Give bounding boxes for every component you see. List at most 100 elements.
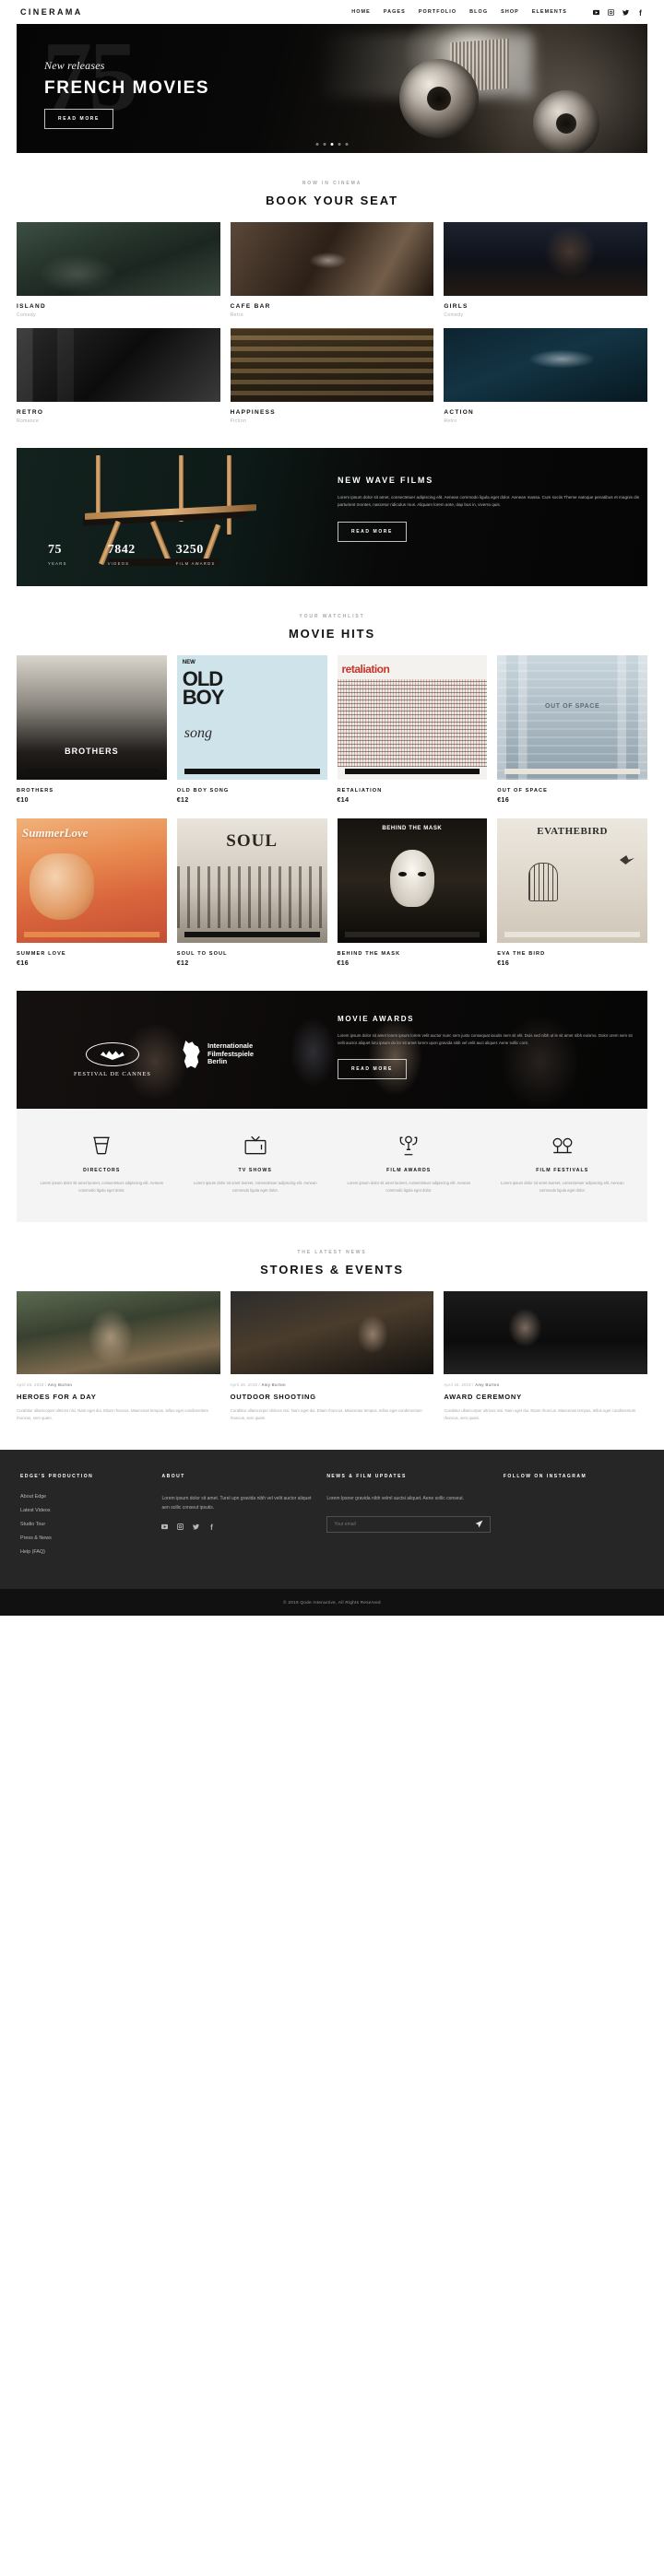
category-genre: Comedy [17, 312, 37, 318]
poster-art[interactable]: BEHIND THE MASK [337, 818, 488, 943]
category-thumbnail[interactable] [17, 328, 220, 402]
footer-link-studio-tour[interactable]: Studio Tour [20, 1522, 148, 1527]
footer-social-links [161, 1523, 314, 1530]
news-excerpt: Curabitur ullamcorper ultrices nisi. Nam… [17, 1407, 209, 1420]
poster-art[interactable]: OUT OF SPACE [497, 655, 647, 780]
category-genre: Retro [444, 418, 457, 424]
news-author[interactable]: Amy Burton [261, 1382, 285, 1387]
poster-card-summer-love[interactable]: SummerLove SUMMER LOVE €16 [17, 818, 167, 967]
instagram-icon[interactable] [177, 1523, 184, 1530]
nav-item-portfolio[interactable]: PORTFOLIO [419, 9, 456, 15]
site-logo[interactable]: CINERAMA [20, 7, 83, 17]
category-thumbnail[interactable] [230, 222, 434, 296]
poster-art[interactable]: SOUL [176, 818, 327, 943]
slider-dot[interactable] [338, 143, 341, 146]
poster-price: €16 [497, 797, 510, 804]
nav-item-home[interactable]: HOME [351, 9, 371, 15]
poster-card-out-of-space[interactable]: OUT OF SPACE OUT OF SPACE €16 [497, 655, 647, 804]
news-headline[interactable]: AWARD CEREMONY [444, 1393, 647, 1401]
youtube-icon[interactable] [161, 1523, 169, 1530]
news-card-award-ceremony[interactable]: April 26, 2018 / Amy Burton AWARD CEREMO… [444, 1290, 647, 1422]
book-eyebrow: NOW IN CINEMA [302, 181, 362, 186]
footer-col-instagram: FOLLOW ON INSTAGRAM [504, 1474, 644, 1563]
category-card-girls[interactable]: GIRLS Comedy [444, 222, 647, 318]
nav-item-blog[interactable]: BLOG [469, 9, 488, 15]
poster-price: €12 [176, 960, 189, 967]
news-excerpt: Curabitur ullamcorper ultrices nisi. Nam… [230, 1407, 422, 1420]
poster-card-retaliation[interactable]: retaliation RETALIATION €14 [337, 655, 488, 804]
nav-item-elements[interactable]: ELEMENTS [532, 9, 567, 15]
nav-item-pages[interactable]: PAGES [384, 9, 406, 15]
site-footer: EDGE'S PRODUCTION About Edge Latest Vide… [0, 1449, 664, 1589]
poster-name: RETALIATION [337, 788, 383, 794]
news-card-outdoor-shooting[interactable]: April 26, 2018 / Amy Burton OUTDOOR SHOO… [230, 1290, 434, 1422]
facebook-icon[interactable] [208, 1523, 215, 1530]
send-icon[interactable] [475, 1520, 483, 1528]
hero-slider[interactable]: 75 New releases FRENCH MOVIES READ MORE [17, 24, 647, 153]
news-author[interactable]: Amy Burton [48, 1382, 72, 1387]
poster-art[interactable]: SummerLove [17, 818, 167, 943]
news-headline[interactable]: HEROES FOR A DAY [17, 1393, 220, 1401]
hero-read-more-button[interactable]: READ MORE [44, 109, 113, 129]
category-thumbnail[interactable] [17, 222, 220, 296]
category-card-retro[interactable]: RETRO Romance [17, 328, 220, 424]
poster-name: SUMMER LOVE [17, 951, 66, 957]
slider-dot[interactable] [323, 143, 326, 146]
youtube-icon[interactable] [593, 9, 599, 16]
hero-slider-dots[interactable] [315, 143, 349, 146]
poster-grid-row-2: SummerLove SUMMER LOVE €16 SOUL SOUL TO … [0, 818, 664, 967]
footer-link-latest-videos[interactable]: Latest Videos [20, 1508, 148, 1513]
twitter-icon[interactable] [193, 1523, 200, 1530]
awards-copy: Lorem ipsum dolor sit amet lorem ipsum l… [338, 1033, 633, 1046]
news-image[interactable] [444, 1290, 647, 1374]
news-date: April 26, 2018 [230, 1382, 258, 1387]
news-card-heroes-for-a-day[interactable]: April 26, 2018 / Amy Burton HEROES FOR A… [17, 1290, 220, 1422]
footer-link-press-news[interactable]: Press & News [20, 1535, 148, 1541]
poster-card-soul-to-soul[interactable]: SOUL SOUL TO SOUL €12 [176, 818, 327, 967]
category-genre: Fiction [230, 418, 247, 424]
banner-read-more-button[interactable]: READ MORE [338, 521, 407, 542]
feature-copy: Lorem ipsum dolor sit amet laoreet, cons… [193, 1181, 317, 1193]
footer-link-help-faq[interactable]: Help (FAQ) [20, 1549, 148, 1555]
nav-item-shop[interactable]: SHOP [501, 9, 519, 15]
category-thumbnail[interactable] [230, 328, 434, 402]
news-author[interactable]: Amy Burton [475, 1382, 499, 1387]
category-card-cafe-bar[interactable]: CAFE BAR Retro [230, 222, 434, 318]
feature-tv-shows: TV SHOWS Lorem ipsum dolor sit amet laor… [185, 1133, 326, 1194]
bird-icon [620, 855, 634, 865]
category-card-action[interactable]: ACTION Retro [444, 328, 647, 424]
poster-card-brothers[interactable]: BROTHERS BROTHERS €10 [17, 655, 167, 804]
category-thumbnail[interactable] [444, 328, 647, 402]
facebook-icon[interactable] [637, 9, 644, 16]
poster-card-behind-the-mask[interactable]: BEHIND THE MASK BEHIND THE MASK €16 [337, 818, 488, 967]
poster-art[interactable]: BROTHERS [17, 655, 167, 780]
slider-dot[interactable] [315, 143, 319, 146]
news-image[interactable] [230, 1290, 434, 1374]
newsletter-form[interactable] [326, 1515, 491, 1533]
twitter-icon[interactable] [622, 9, 629, 16]
footer-link-about-edge[interactable]: About Edge [20, 1494, 148, 1500]
poster-art[interactable]: NEW OLD BOY song [176, 655, 327, 780]
poster-art[interactable]: retaliation [337, 655, 488, 780]
cannes-label: FESTIVAL DE CANNES [74, 1071, 151, 1077]
news-headline[interactable]: OUTDOOR SHOOTING [231, 1393, 434, 1401]
instagram-icon[interactable] [608, 8, 614, 16]
category-thumbnail[interactable] [444, 222, 647, 296]
slider-dot[interactable] [345, 143, 349, 146]
newsletter-email-input[interactable] [334, 1521, 475, 1527]
stat-number: 7842 [107, 543, 136, 557]
poster-card-old-boy-song[interactable]: NEW OLD BOY song OLD BOY SONG €12 [176, 655, 327, 804]
news-date: April 26, 2018 [444, 1382, 471, 1387]
poster-art[interactable]: EVATHEBIRD [497, 818, 647, 943]
news-image[interactable] [17, 1290, 220, 1374]
slider-dot-active[interactable] [330, 143, 334, 146]
poster-name: EVA THE BIRD [497, 951, 546, 957]
category-name: HAPPINESS [230, 409, 276, 416]
category-card-happiness[interactable]: HAPPINESS Fiction [230, 328, 434, 424]
feature-copy: Lorem ipsum dolor sit amet laoreet, cons… [40, 1181, 164, 1193]
awards-read-more-button[interactable]: READ MORE [338, 1059, 407, 1080]
poster-name: OLD BOY SONG [176, 788, 230, 794]
category-card-island[interactable]: ISLAND Comedy [17, 222, 220, 318]
poster-card-eva-the-bird[interactable]: EVATHEBIRD EVA THE BIRD €16 [497, 818, 647, 967]
feature-copy: Lorem ipsum dolor sit amet laoreet, cons… [500, 1181, 624, 1193]
